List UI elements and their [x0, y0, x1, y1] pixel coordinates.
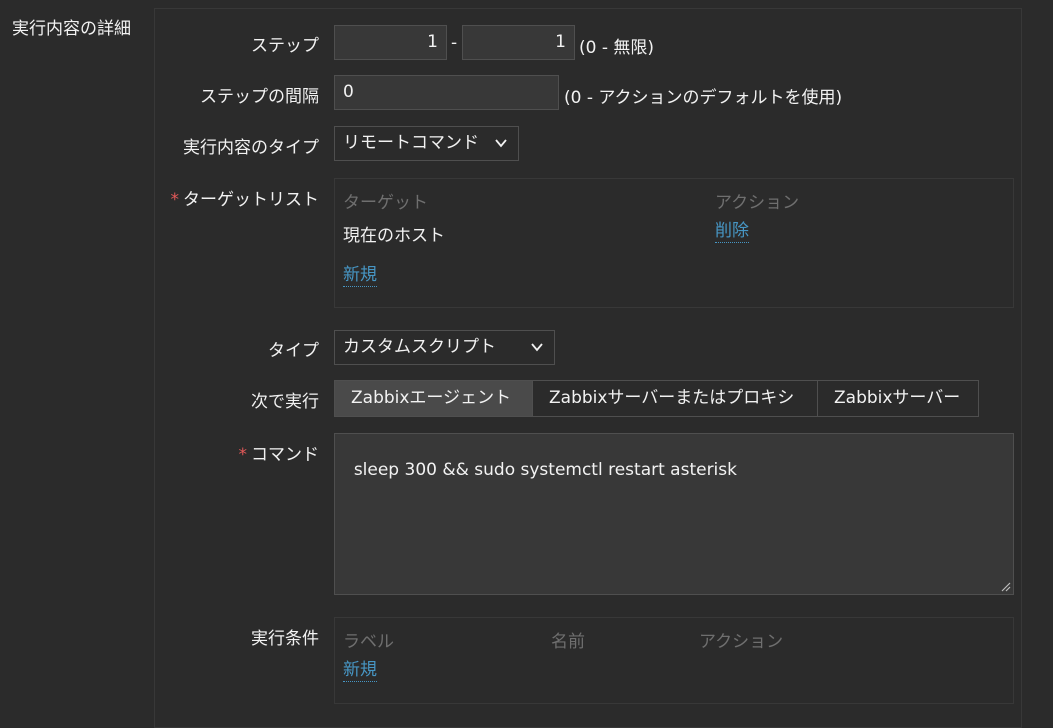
steps-hint: (0 - 無限)	[579, 38, 655, 58]
command-text: sleep 300 && sudo systemctl restart aste…	[353, 460, 737, 480]
script-type-value: カスタムスクリプト	[343, 337, 496, 357]
conditions-label: 実行条件	[251, 629, 319, 649]
operation-type-value: リモートコマンド	[343, 133, 479, 153]
target-list-label: * ターゲットリスト	[171, 185, 320, 210]
script-type-select[interactable]: カスタムスクリプト	[334, 330, 555, 365]
condition-name-column-header: 名前	[551, 632, 585, 652]
condition-action-column-header: アクション	[699, 632, 784, 652]
step-from-input[interactable]: 1	[334, 25, 447, 60]
section-title: 実行内容の詳細	[12, 19, 131, 39]
target-list-label-text: ターゲットリスト	[183, 190, 319, 210]
chevron-down-icon	[531, 343, 543, 352]
action-column-header: アクション	[715, 193, 800, 213]
target-column-header: ターゲット	[343, 193, 428, 213]
execute-on-server-or-proxy-option[interactable]: Zabbixサーバーまたはプロキシ	[532, 380, 818, 417]
step-interval-label: ステップの間隔	[200, 87, 319, 107]
chevron-down-icon	[495, 139, 507, 148]
step-interval-hint: (0 - アクションのデフォルトを使用)	[564, 88, 843, 108]
type-label: タイプ	[268, 341, 319, 361]
execute-on-agent-option[interactable]: Zabbixエージェント	[334, 380, 533, 417]
target-cell: 現在のホスト	[343, 226, 445, 246]
remove-target-link[interactable]: 削除	[715, 220, 749, 243]
operation-type-label: 実行内容のタイプ	[183, 138, 319, 158]
step-to-input[interactable]: 1	[462, 25, 575, 60]
command-label-text: コマンド	[251, 445, 319, 465]
step-interval-input[interactable]: 0	[334, 75, 559, 110]
execute-on-server-option[interactable]: Zabbixサーバー	[817, 380, 979, 417]
required-marker: *	[170, 190, 180, 210]
command-textarea[interactable]: sleep 300 && sudo systemctl restart aste…	[334, 433, 1014, 595]
conditions-table	[334, 617, 1014, 704]
execute-on-label: 次で実行	[251, 392, 319, 412]
required-marker: *	[238, 445, 248, 465]
add-condition-link[interactable]: 新規	[343, 659, 377, 682]
add-target-link[interactable]: 新規	[343, 264, 377, 287]
resize-grip-icon[interactable]	[999, 580, 1011, 592]
command-label: * コマンド	[239, 440, 320, 465]
operation-type-select[interactable]: リモートコマンド	[334, 126, 519, 161]
condition-label-column-header: ラベル	[343, 632, 394, 652]
steps-label: ステップ	[251, 36, 319, 56]
steps-separator: -	[451, 33, 458, 53]
